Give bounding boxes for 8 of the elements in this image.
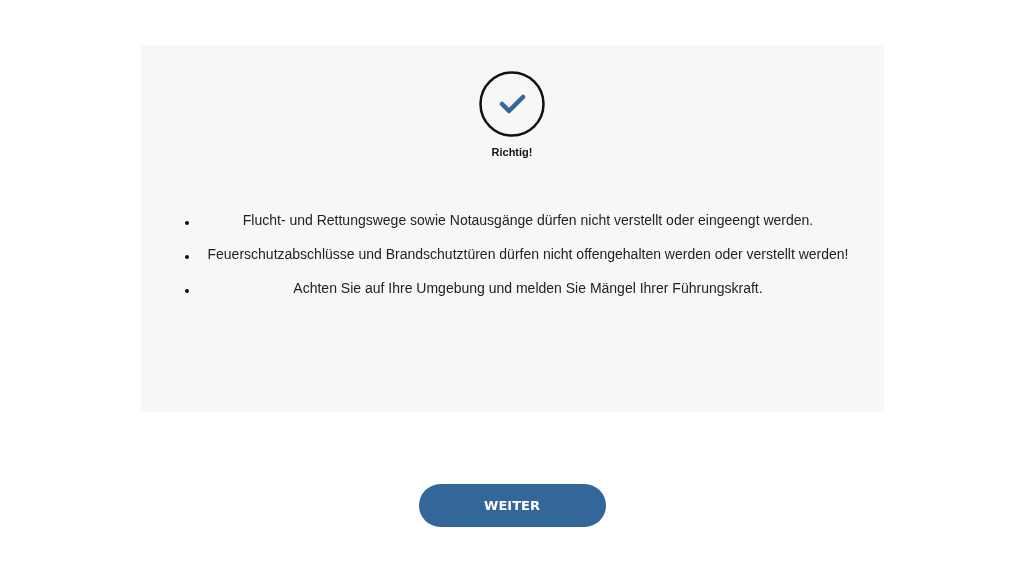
- bullet-icon: [184, 255, 189, 259]
- list-item-text: Feuerschutzabschlüsse und Brandschutztüren dürfen nicht offengehalten werden oder verstellt werden!: [206, 245, 850, 264]
- continue-button[interactable]: WEITER: [418, 484, 606, 527]
- bullet-icon: [184, 221, 189, 225]
- list-item-text: Achten Sie auf Ihre Umgebung und melden Sie Mängel Ihrer Führungskraft.: [292, 279, 764, 298]
- list-item-text: Flucht- und Rettungswege sowie Notausgänge dürfen nicht verstellt oder eingeengt werden.: [241, 211, 815, 230]
- result-label: Richtig!: [491, 146, 533, 158]
- bullet-icon: [184, 289, 189, 293]
